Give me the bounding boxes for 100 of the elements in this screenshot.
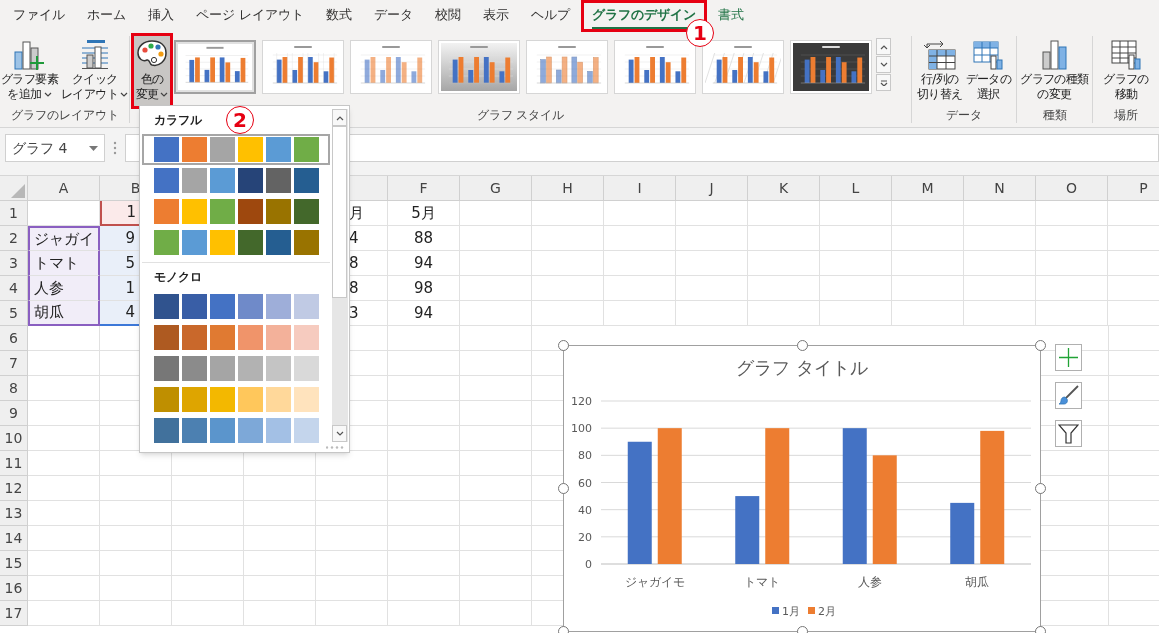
grid-cell[interactable]: [1108, 551, 1159, 576]
grid-cell[interactable]: [172, 576, 244, 601]
grid-cell[interactable]: [316, 501, 388, 526]
grid-cell[interactable]: [964, 226, 1036, 251]
grid-cell[interactable]: [676, 276, 748, 301]
grid-cell[interactable]: [820, 201, 892, 226]
grid-cell[interactable]: [28, 376, 100, 401]
scroll-up-button[interactable]: [332, 109, 347, 126]
grid-cell[interactable]: [28, 426, 100, 451]
grid-cell[interactable]: [100, 601, 172, 626]
ribbon-button[interactable]: 行/列の 切り替え: [915, 36, 964, 106]
grid-cell[interactable]: [100, 551, 172, 576]
grid-cell[interactable]: [388, 351, 460, 376]
chart-style-thumbnail[interactable]: [790, 40, 872, 94]
grid-cell[interactable]: [388, 326, 460, 351]
grid-cell[interactable]: [964, 201, 1036, 226]
chart-area[interactable]: グラフ タイトル 0 20 40 60 80 100 120 ジャガイモ トマト 人参 胡瓜 1月 2月: [563, 345, 1041, 632]
grid-cell[interactable]: [964, 251, 1036, 276]
chart-style-thumbnail[interactable]: [174, 40, 256, 94]
grid-cell[interactable]: [460, 601, 532, 626]
grid-cell[interactable]: [892, 201, 964, 226]
chart-styles-button[interactable]: [1055, 382, 1082, 409]
grid-cell[interactable]: [1108, 426, 1159, 451]
column-header[interactable]: A: [28, 176, 100, 201]
grid-cell[interactable]: [28, 476, 100, 501]
grid-cell[interactable]: [676, 301, 748, 326]
grid-cell[interactable]: [532, 251, 604, 276]
grid-cell[interactable]: [820, 251, 892, 276]
grid-cell[interactable]: [1108, 451, 1159, 476]
grid-cell[interactable]: [388, 426, 460, 451]
grid-cell[interactable]: [388, 551, 460, 576]
grid-cell[interactable]: [1036, 276, 1108, 301]
grid-cell[interactable]: [1108, 476, 1159, 501]
grid-cell[interactable]: [28, 526, 100, 551]
row-header[interactable]: 6: [0, 326, 28, 351]
row-header[interactable]: 15: [0, 551, 28, 576]
column-header[interactable]: J: [676, 176, 748, 201]
row-header[interactable]: 10: [0, 426, 28, 451]
grid-cell[interactable]: [1108, 501, 1159, 526]
resize-handle[interactable]: [1035, 340, 1046, 351]
column-header[interactable]: H: [532, 176, 604, 201]
ribbon-button[interactable]: グラフ要素 を追加: [0, 36, 59, 106]
grid-cell[interactable]: [460, 426, 532, 451]
chart-style-thumbnail[interactable]: [350, 40, 432, 94]
gallery-up-button[interactable]: [876, 38, 891, 55]
grid-cell[interactable]: [388, 526, 460, 551]
grid-cell[interactable]: [1108, 526, 1159, 551]
row-header[interactable]: 14: [0, 526, 28, 551]
grid-cell[interactable]: [748, 201, 820, 226]
chart-filters-button[interactable]: [1055, 420, 1082, 447]
row-header[interactable]: 9: [0, 401, 28, 426]
grid-cell[interactable]: [244, 551, 316, 576]
grid-cell[interactable]: [460, 451, 532, 476]
grid-cell[interactable]: [244, 526, 316, 551]
grid-cell[interactable]: [460, 401, 532, 426]
grid-cell[interactable]: [892, 226, 964, 251]
grid-cell[interactable]: [244, 476, 316, 501]
grid-cell[interactable]: [1108, 601, 1159, 626]
grid-cell[interactable]: [460, 301, 532, 326]
grid-cell[interactable]: [244, 501, 316, 526]
resize-handle[interactable]: [796, 340, 808, 351]
grid-cell[interactable]: [532, 276, 604, 301]
column-header[interactable]: I: [604, 176, 676, 201]
column-header[interactable]: G: [460, 176, 532, 201]
grid-cell[interactable]: [316, 601, 388, 626]
select-all-corner[interactable]: [0, 176, 28, 201]
chart-elements-button[interactable]: [1055, 344, 1082, 371]
grid-cell[interactable]: [964, 276, 1036, 301]
ribbon-tab[interactable]: データ: [363, 0, 425, 32]
grid-cell[interactable]: [532, 226, 604, 251]
color-palette[interactable]: [142, 134, 330, 165]
grid-cell[interactable]: [316, 526, 388, 551]
grid-cell[interactable]: [748, 226, 820, 251]
grid-cell[interactable]: [460, 251, 532, 276]
grid-cell[interactable]: [28, 576, 100, 601]
grid-cell[interactable]: [172, 601, 244, 626]
grid-cell[interactable]: [460, 501, 532, 526]
grid-cell[interactable]: [748, 276, 820, 301]
row-header[interactable]: 7: [0, 351, 28, 376]
row-header[interactable]: 3: [0, 251, 28, 276]
grid-cell[interactable]: [532, 301, 604, 326]
grid-cell[interactable]: [820, 301, 892, 326]
column-header[interactable]: O: [1036, 176, 1108, 201]
grid-cell[interactable]: [1036, 301, 1108, 326]
grid-cell[interactable]: [100, 526, 172, 551]
grid-cell[interactable]: [604, 301, 676, 326]
row-header[interactable]: 5: [0, 301, 28, 326]
scroll-down-button[interactable]: [332, 425, 347, 442]
grid-cell[interactable]: [1036, 201, 1108, 226]
row-header[interactable]: 12: [0, 476, 28, 501]
grid-cell[interactable]: [244, 576, 316, 601]
ribbon-tab[interactable]: 挿入: [137, 0, 185, 32]
grid-cell[interactable]: [532, 201, 604, 226]
grid-cell[interactable]: [1108, 351, 1159, 376]
grid-cell[interactable]: [460, 376, 532, 401]
ribbon-button[interactable]: データの 選択: [964, 36, 1013, 106]
row-header[interactable]: 2: [0, 226, 28, 251]
grid-cell[interactable]: [676, 251, 748, 276]
grid-cell[interactable]: [172, 476, 244, 501]
grid-cell[interactable]: [388, 401, 460, 426]
